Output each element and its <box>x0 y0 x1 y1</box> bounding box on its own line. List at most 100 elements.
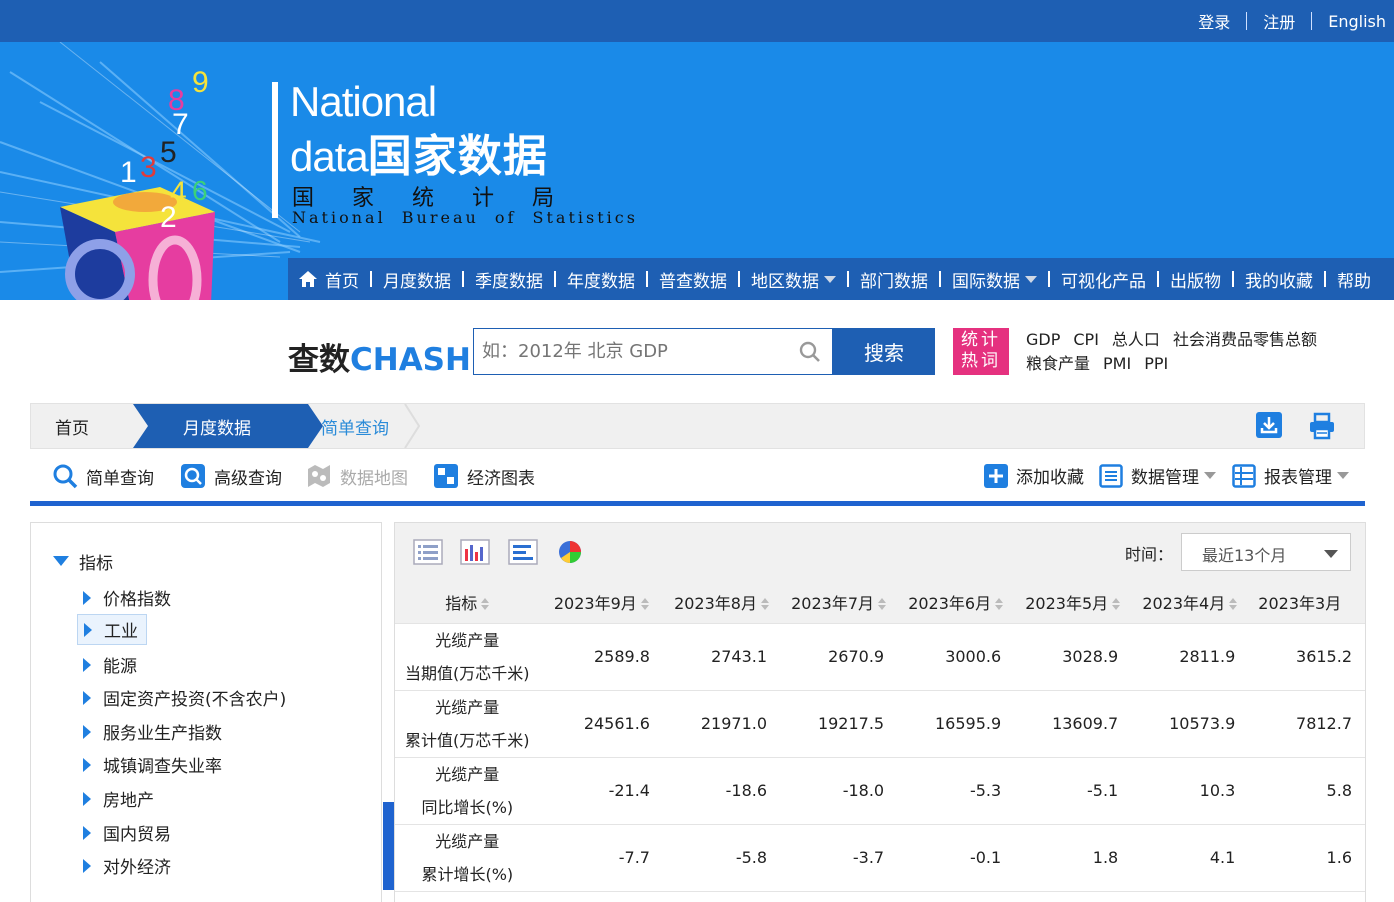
caret-right-icon <box>83 590 91 605</box>
time-range-select[interactable]: 最近13个月 <box>1181 533 1351 571</box>
hot-word[interactable]: 社会消费品零售总额 <box>1173 330 1317 349</box>
tree-node-label: 价格指数 <box>103 590 171 610</box>
divider <box>847 271 849 287</box>
tree-node[interactable]: 能源 <box>83 652 137 677</box>
nav-annual[interactable]: 年度数据 <box>567 267 635 292</box>
column-header[interactable]: 2023年9月 <box>539 581 663 624</box>
tool-label: 添加收藏 <box>1016 468 1084 488</box>
nav-department[interactable]: 部门数据 <box>860 267 928 292</box>
tree-node[interactable]: 房地产 <box>83 786 154 811</box>
english-link[interactable]: English <box>1328 12 1386 31</box>
number-cube-logo: 1 3 5 7 8 9 4 2 6 <box>60 66 215 300</box>
nav-census[interactable]: 普查数据 <box>659 267 727 292</box>
logo-national: National <box>290 78 437 125</box>
nav-regional[interactable]: 地区数据 <box>751 267 836 292</box>
column-header[interactable]: 2023年6月 <box>897 581 1015 624</box>
value-cell: 10.3 <box>1131 757 1249 825</box>
table-row: 光缆产量 累计值(万芯千米) 24561.6 21971.0 19217.5 16… <box>395 690 1365 758</box>
value-cell: 13609.7 <box>1014 690 1132 758</box>
tree-node[interactable]: 对外经济 <box>83 853 171 878</box>
login-link[interactable]: 登录 <box>1198 9 1230 33</box>
header-label: 2023年9月 <box>553 593 637 613</box>
breadcrumb-home[interactable]: 首页 <box>55 404 89 448</box>
value-cell: -3.7 <box>780 824 898 892</box>
divider <box>1232 271 1234 287</box>
bar-chart-view-icon[interactable] <box>460 539 490 565</box>
hot-word[interactable]: 总人口 <box>1112 330 1160 349</box>
value-cell: 3000.6 <box>897 623 1015 691</box>
top-bar: 登录 注册 English <box>0 0 1394 42</box>
main-nav: 首页 月度数据 季度数据 年度数据 普查数据 地区数据 部门数据 国际数据 可视… <box>288 258 1394 300</box>
column-header[interactable]: 2023年7月 <box>780 581 898 624</box>
simple-query-tab[interactable]: 简单查询 <box>52 463 154 489</box>
tree-node-label: 工业 <box>104 622 138 642</box>
indicator-unit: 当期值(万芯千米) <box>405 663 530 683</box>
nav-visualization[interactable]: 可视化产品 <box>1061 267 1146 292</box>
tree-node[interactable]: 服务业生产指数 <box>83 719 222 744</box>
column-header[interactable]: 2023年8月 <box>662 581 781 624</box>
economic-chart-tab[interactable]: 经济图表 <box>433 463 535 489</box>
tree-node[interactable]: 价格指数 <box>83 585 171 610</box>
add-favorite-button[interactable]: 添加收藏 <box>984 463 1084 488</box>
column-header[interactable]: 2023年5月 <box>1014 581 1132 624</box>
column-header[interactable]: 2023年4月 <box>1131 581 1249 624</box>
tree-node[interactable]: 国内贸易 <box>83 820 171 845</box>
data-management-dropdown[interactable]: 数据管理 <box>1099 463 1216 488</box>
svg-text:6: 6 <box>192 175 208 206</box>
tab-label: 经济图表 <box>467 468 535 489</box>
nav-favorites[interactable]: 我的收藏 <box>1245 267 1313 292</box>
nav-international[interactable]: 国际数据 <box>952 267 1037 292</box>
caret-right-icon <box>83 657 91 672</box>
nav-help[interactable]: 帮助 <box>1337 267 1371 292</box>
hot-word[interactable]: CPI <box>1073 330 1099 349</box>
data-map-tab[interactable]: 数据地图 <box>306 463 408 489</box>
nav-monthly[interactable]: 月度数据 <box>383 267 451 292</box>
chevron-down-icon <box>1204 472 1216 479</box>
search-input[interactable] <box>474 329 774 373</box>
indicator-name: 光缆产量 <box>435 764 500 784</box>
hot-word[interactable]: GDP <box>1026 330 1060 349</box>
tree-node[interactable]: 固定资产投资(不含农户) <box>83 685 286 710</box>
breadcrumb-sep-arrow <box>404 404 421 448</box>
indicator-unit: 累计增长(%) <box>421 864 514 884</box>
search-icon[interactable] <box>798 340 822 364</box>
horizontal-bar-view-icon[interactable] <box>508 539 538 565</box>
nav-home[interactable]: 首页 <box>298 267 359 292</box>
home-icon <box>299 271 317 287</box>
plus-icon <box>984 463 1008 488</box>
column-header[interactable]: 2023年3月 <box>1248 581 1365 624</box>
register-link[interactable]: 注册 <box>1263 9 1295 33</box>
report-management-dropdown[interactable]: 报表管理 <box>1232 463 1349 488</box>
splitter-handle[interactable] <box>383 802 394 890</box>
indicator-cell: 光缆产量 当期值(万芯千米) <box>395 623 540 691</box>
tree-node[interactable]: 城镇调查失业率 <box>83 752 222 777</box>
search-button[interactable]: 搜索 <box>833 328 935 375</box>
breadcrumb-monthly[interactable]: 月度数据 <box>183 404 251 448</box>
advanced-query-tab[interactable]: 高级查询 <box>180 463 282 489</box>
nav-publications[interactable]: 出版物 <box>1170 267 1221 292</box>
hot-word[interactable]: PMI <box>1103 354 1131 373</box>
download-icon[interactable] <box>1255 411 1283 439</box>
nav-quarterly[interactable]: 季度数据 <box>475 267 543 292</box>
breadcrumb-current: 简单查询 <box>321 418 389 439</box>
tool-label: 报表管理 <box>1264 468 1332 488</box>
divider <box>554 271 556 287</box>
hot-word[interactable]: PPI <box>1144 354 1168 373</box>
print-icon[interactable] <box>1307 411 1337 441</box>
caret-down-icon <box>53 555 69 566</box>
table-view-icon[interactable] <box>413 539 443 565</box>
tree-root[interactable]: 指标 <box>53 549 113 574</box>
query-tools: 简单查询 高级查询 数据地图 经济图表 添加收藏 数据管理 报表管理 <box>30 450 1365 506</box>
value-cell: 5.8 <box>1248 757 1365 825</box>
search-box <box>473 328 833 375</box>
divider <box>646 271 648 287</box>
hot-word[interactable]: 粮食产量 <box>1026 354 1090 373</box>
hot-row-2: 粮食产量 PMI PPI <box>1026 352 1386 376</box>
table-row: 光缆产量 同比增长(%) -21.4 -18.6 -18.0 -5.3 -5.1 … <box>395 757 1365 825</box>
column-header[interactable]: 指标 <box>395 581 540 624</box>
header-label: 2023年4月 <box>1142 593 1226 613</box>
value-cell: -21.4 <box>539 757 663 825</box>
tree-node-selected[interactable]: 工业 <box>77 614 147 645</box>
hot-label-2: 热词 <box>961 351 1001 371</box>
pie-chart-view-icon[interactable] <box>557 539 583 565</box>
